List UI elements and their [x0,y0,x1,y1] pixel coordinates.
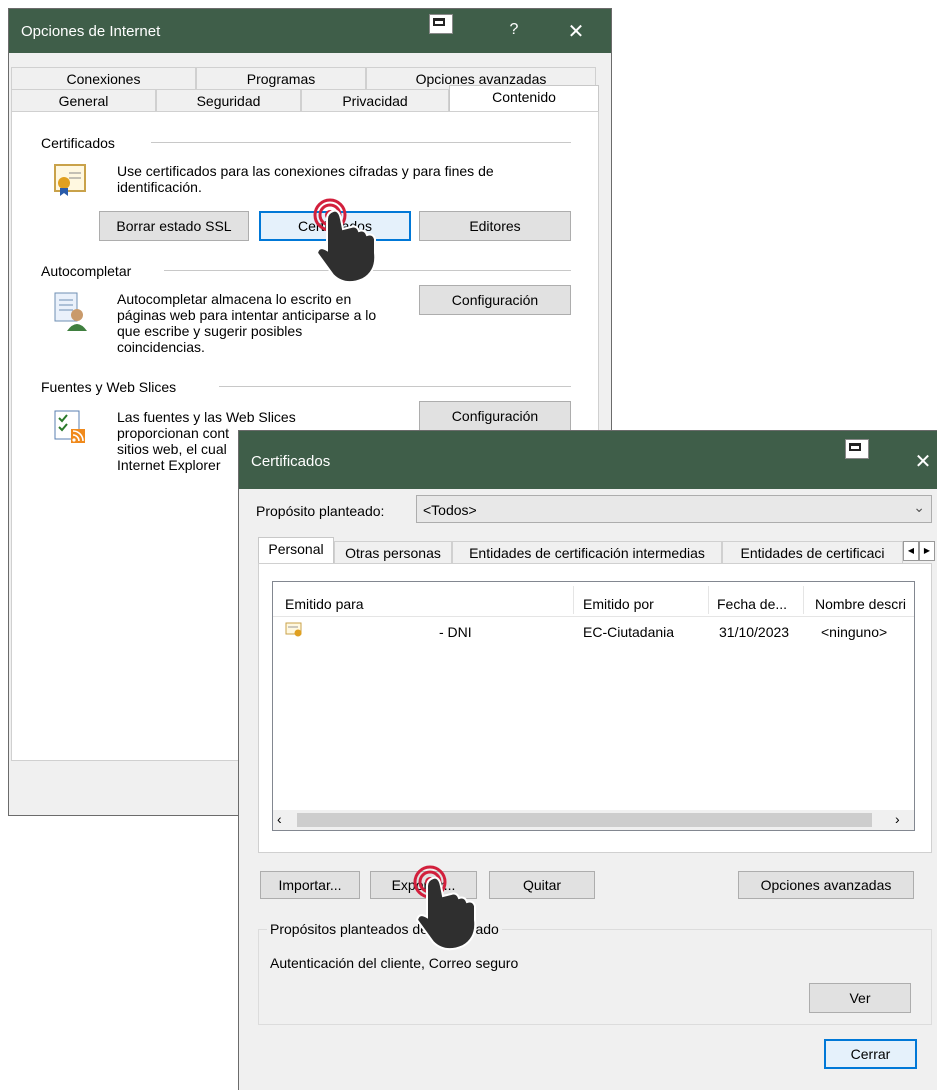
purpose-label: Propósito planteado: [256,503,385,519]
certificate-list[interactable]: Emitido para Emitido por Fecha de... Nom… [272,581,915,831]
certificates-title: Certificados [251,453,331,470]
tab-conexiones[interactable]: Conexiones [11,67,196,89]
certificados-description: Use certificados para las conexiones cif… [117,163,494,195]
purpose-select-value: <Todos> [423,502,477,518]
tab-seguridad[interactable]: Seguridad [156,89,301,111]
fuentes-desc-line4: Internet Explorer [117,457,221,473]
tab-general[interactable]: General [11,89,156,111]
column-emitido-para[interactable]: Emitido para [285,596,364,612]
close-dialog-button[interactable]: Cerrar [824,1039,917,1069]
cell-friendly-name: <ninguno> [821,624,888,640]
fuentes-divider [219,386,571,387]
column-nombre-descriptivo[interactable]: Nombre descri [815,596,906,612]
cell-issued-by: EC-Ciutadania [583,624,675,640]
autocomplete-icon [53,291,87,336]
snap-layout-icon[interactable] [845,439,869,459]
import-button[interactable]: Importar... [260,871,360,899]
column-divider [803,586,804,614]
close-button[interactable]: ✕ [561,19,591,44]
fuentes-desc-line1: Las fuentes y las Web Slices [117,409,296,425]
autocomplete-settings-button[interactable]: Configuración [419,285,571,315]
purpose-select[interactable]: <Todos> ⌄ [416,495,932,523]
tab-personal[interactable]: Personal [258,537,334,563]
certificate-icon [285,622,303,641]
column-divider [573,586,574,614]
tab-scroll-left-button[interactable]: ◀ [903,541,919,561]
autocomplete-settings-label: Configuración [451,292,539,308]
column-divider [708,586,709,614]
advanced-options-button[interactable]: Opciones avanzadas [738,871,914,899]
cell-date: 31/10/2023 [719,624,790,640]
certificate-icon [53,163,87,202]
certificados-divider [151,142,571,143]
feeds-settings-label: Configuración [451,408,539,424]
clear-ssl-button[interactable]: Borrar estado SSL [99,211,249,241]
purposes-value: Autenticación del cliente, Correo seguro [270,955,519,971]
feeds-icon [53,409,87,448]
publishers-button[interactable]: Editores [419,211,571,241]
close-button[interactable]: ✕ [911,449,935,474]
scrollbar-thumb[interactable] [297,813,872,827]
fuentes-group-label: Fuentes y Web Slices [41,379,177,395]
view-button[interactable]: Ver [809,983,911,1013]
help-button[interactable]: ? [504,21,524,39]
chevron-down-icon: ⌄ [913,499,925,515]
tab-contenido[interactable]: Contenido [449,85,599,111]
tab-scroll-right-button[interactable]: ▶ [919,541,935,561]
advanced-options-label: Opciones avanzadas [760,877,892,893]
feeds-settings-button[interactable]: Configuración [419,401,571,431]
certificates-window: Certificados ✕ Propósito planteado: <Tod… [238,430,937,1090]
internet-options-title: Opciones de Internet [21,23,161,40]
column-fecha[interactable]: Fecha de... [717,596,787,612]
publishers-label: Editores [469,218,521,234]
tab-entidades-raiz[interactable]: Entidades de certificaci [722,541,903,563]
internet-options-titlebar: Opciones de Internet ? ✕ [9,9,611,53]
hand-pointer-icon [413,865,477,951]
certificados-group-label: Certificados [41,135,115,151]
autocompletar-description: Autocompletar almacena lo escrito en pág… [117,291,377,355]
tab-otras-personas[interactable]: Otras personas [334,541,452,563]
autocompletar-group-label: Autocompletar [41,263,132,279]
tab-programas[interactable]: Programas [196,67,366,89]
remove-button[interactable]: Quitar [489,871,595,899]
import-label: Importar... [278,877,342,893]
tab-privacidad[interactable]: Privacidad [301,89,449,111]
horizontal-scrollbar[interactable]: ‹ › [273,810,914,830]
clear-ssl-label: Borrar estado SSL [116,218,232,234]
certificates-titlebar: Certificados ✕ [239,431,937,489]
scroll-right-arrow-icon[interactable]: › [895,811,900,827]
table-row[interactable]: - DNI EC-Ciutadania 31/10/2023 <ninguno> [273,620,914,644]
remove-label: Quitar [522,877,562,893]
close-dialog-label: Cerrar [850,1046,891,1062]
scroll-left-arrow-icon[interactable]: ‹ [277,811,282,827]
snap-layout-icon[interactable] [429,14,453,34]
cell-issued-to: - DNI [439,624,472,640]
column-header-row: Emitido para Emitido por Fecha de... Nom… [273,582,914,617]
tab-entidades-intermedias[interactable]: Entidades de certificación intermedias [452,541,722,563]
fuentes-desc-line2: proporcionan cont [117,425,230,441]
view-label: Ver [849,990,871,1006]
fuentes-desc-line3: sitios web, el cual [117,441,227,457]
column-emitido-por[interactable]: Emitido por [583,596,654,612]
hand-pointer-icon [313,198,377,284]
